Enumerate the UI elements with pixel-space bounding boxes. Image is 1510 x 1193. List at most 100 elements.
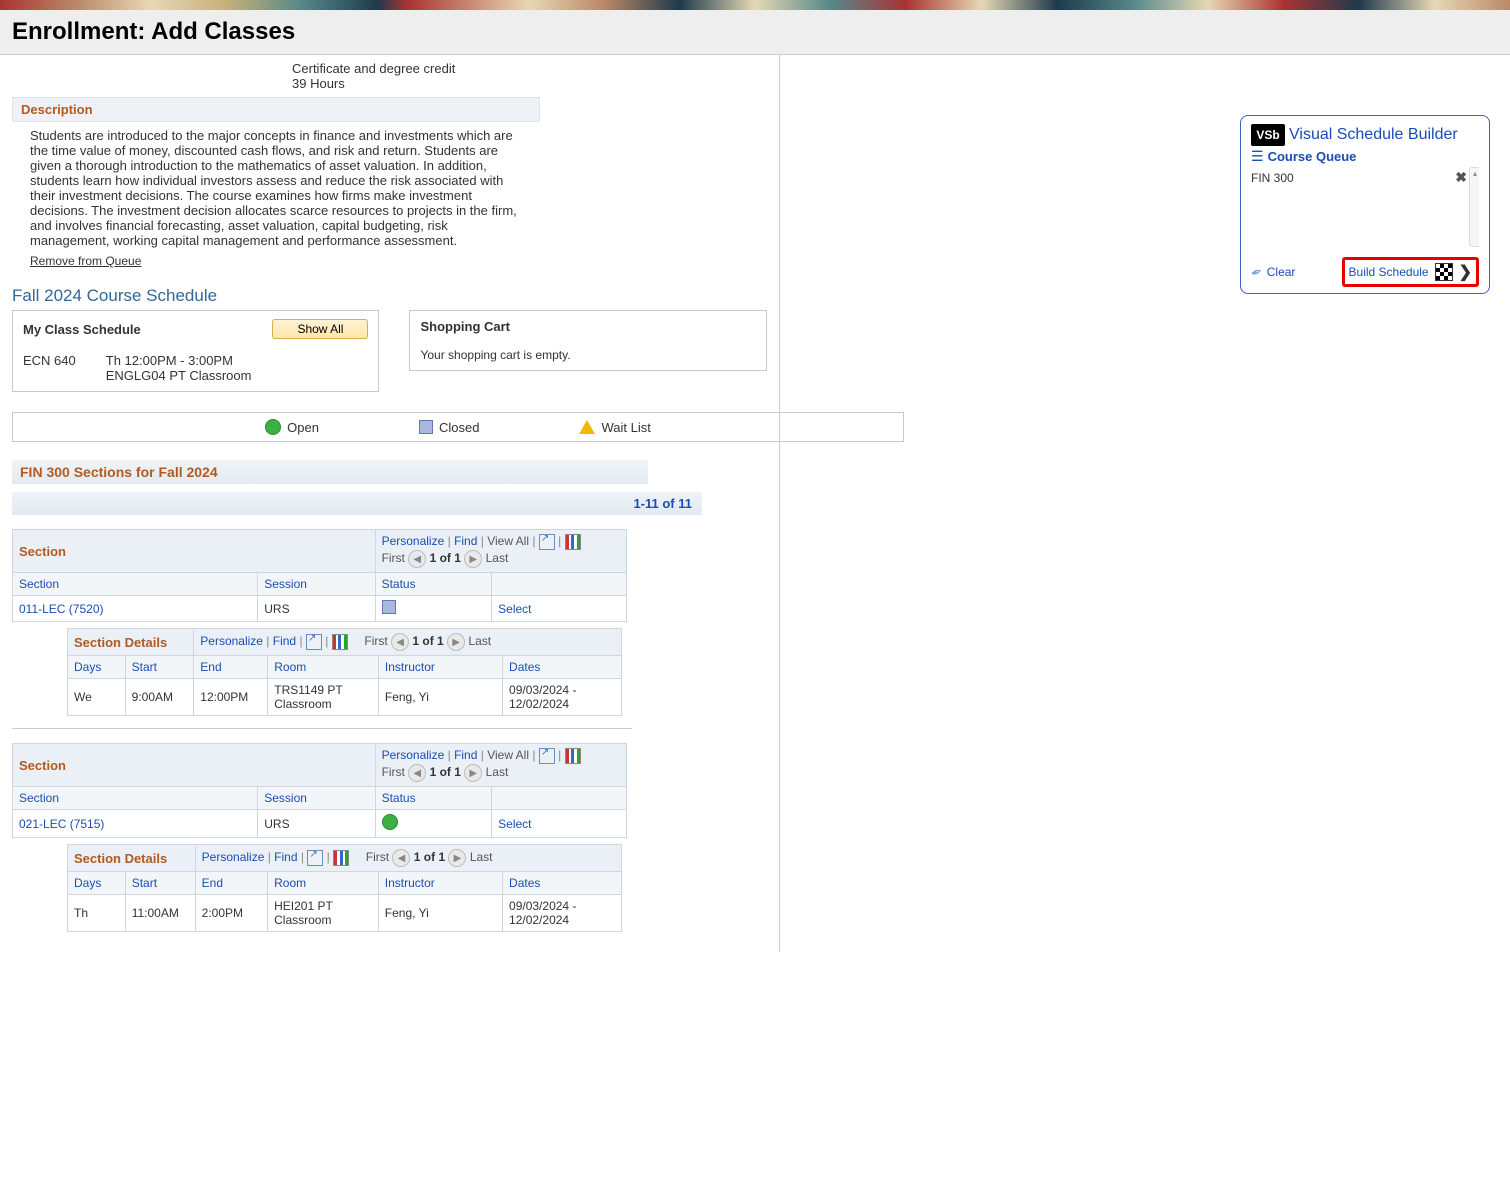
section-row: 021-LEC (7515) URS Select	[13, 810, 627, 838]
grid-title: Section	[19, 758, 66, 773]
first-link[interactable]: First	[364, 634, 387, 648]
view-all-link[interactable]: View All	[487, 748, 529, 762]
page-header: Enrollment: Add Classes	[0, 10, 1510, 55]
details-days: We	[68, 679, 126, 716]
legend-closed: Closed	[439, 420, 479, 435]
remove-from-queue-link[interactable]: Remove from Queue	[30, 254, 141, 268]
shopping-cart-empty: Your shopping cart is empty.	[420, 348, 756, 362]
popup-icon[interactable]	[307, 850, 323, 866]
details-end: 12:00PM	[194, 679, 268, 716]
show-all-button[interactable]: Show All	[272, 319, 368, 339]
select-link[interactable]: Select	[498, 602, 531, 616]
prev-page-icon[interactable]: ◀	[408, 550, 426, 568]
waitlist-icon	[579, 420, 595, 434]
details-row: We 9:00AM 12:00PM TRS1149 PT Classroom F…	[68, 679, 622, 716]
popup-icon[interactable]	[539, 534, 555, 550]
grid-title: Section Details	[74, 635, 167, 650]
find-link[interactable]: Find	[273, 634, 296, 648]
col-session[interactable]: Session	[258, 573, 375, 596]
popup-icon[interactable]	[539, 748, 555, 764]
clear-queue-button[interactable]: ✒ Clear	[1251, 264, 1295, 281]
last-link[interactable]: Last	[470, 850, 493, 864]
pager: First ◀ 1 of 1 ▶ Last	[364, 634, 491, 648]
next-page-icon[interactable]: ▶	[448, 849, 466, 867]
col-end[interactable]: End	[194, 656, 268, 679]
col-section[interactable]: Section	[13, 573, 258, 596]
col-dates[interactable]: Dates	[503, 656, 622, 679]
vsb-queue-item: FIN 300 ✖	[1251, 167, 1479, 188]
personalize-link[interactable]: Personalize	[382, 534, 445, 548]
col-status[interactable]: Status	[375, 573, 492, 596]
col-dates[interactable]: Dates	[503, 872, 622, 895]
details-end: 2:00PM	[195, 895, 267, 932]
details-dates: 09/03/2024 - 12/02/2024	[503, 679, 622, 716]
section-details-table: Section Details Personalize | Find | | F…	[67, 844, 622, 932]
col-start[interactable]: Start	[125, 872, 195, 895]
next-page-icon[interactable]: ▶	[464, 550, 482, 568]
section-link[interactable]: 011-LEC (7520)	[19, 602, 104, 616]
vsb-queue-label: Course Queue	[1268, 149, 1357, 164]
schedule-room: ENGLG04 PT Classroom	[106, 368, 252, 383]
find-link[interactable]: Find	[454, 748, 477, 762]
col-status[interactable]: Status	[375, 787, 492, 810]
find-link[interactable]: Find	[274, 850, 297, 864]
prev-page-icon[interactable]: ◀	[391, 633, 409, 651]
scroll-up-icon[interactable]: ▴	[1470, 168, 1479, 178]
details-start: 9:00AM	[125, 679, 194, 716]
last-link[interactable]: Last	[468, 634, 491, 648]
first-link[interactable]: First	[382, 765, 405, 779]
col-end[interactable]: End	[195, 872, 267, 895]
vsb-queue-list: FIN 300 ✖ ▴	[1251, 167, 1479, 247]
term-title: Fall 2024 Course Schedule	[12, 286, 767, 306]
section-link[interactable]: 021-LEC (7515)	[19, 817, 104, 831]
remove-queue-item-icon[interactable]: ✖	[1455, 169, 1467, 186]
next-page-icon[interactable]: ▶	[447, 633, 465, 651]
col-days[interactable]: Days	[68, 656, 126, 679]
col-room[interactable]: Room	[268, 656, 379, 679]
schedule-time: Th 12:00PM - 3:00PM	[106, 353, 252, 368]
description-header: Description	[12, 97, 540, 122]
grid-title: Section Details	[74, 851, 167, 866]
popup-icon[interactable]	[306, 634, 322, 650]
build-schedule-button[interactable]: Build Schedule ❯	[1342, 257, 1479, 287]
download-icon[interactable]	[565, 748, 581, 764]
download-icon[interactable]	[333, 850, 349, 866]
first-link[interactable]: First	[366, 850, 389, 864]
details-instructor: Feng, Yi	[378, 679, 502, 716]
section-row: 011-LEC (7520) URS Select	[13, 596, 627, 622]
grid-title: Section	[19, 544, 66, 559]
shopping-cart-title: Shopping Cart	[420, 319, 756, 334]
scrollbar[interactable]: ▴	[1469, 167, 1479, 247]
next-page-icon[interactable]: ▶	[464, 764, 482, 782]
col-session[interactable]: Session	[258, 787, 375, 810]
description-body: Students are introduced to the major con…	[12, 122, 530, 248]
decorative-stripe	[0, 0, 1510, 10]
col-days[interactable]: Days	[68, 872, 126, 895]
download-icon[interactable]	[565, 534, 581, 550]
personalize-link[interactable]: Personalize	[200, 634, 263, 648]
details-room: TRS1149 PT Classroom	[268, 679, 379, 716]
col-instructor[interactable]: Instructor	[378, 656, 502, 679]
details-dates: 09/03/2024 - 12/02/2024	[503, 895, 622, 932]
last-link[interactable]: Last	[486, 551, 509, 565]
section-table: Section Personalize | Find | View All | …	[12, 529, 627, 622]
personalize-link[interactable]: Personalize	[202, 850, 265, 864]
select-link[interactable]: Select	[498, 817, 531, 831]
page-indicator: 1 of 1	[430, 551, 461, 565]
view-all-link[interactable]: View All	[487, 534, 529, 548]
clear-queue-label: Clear	[1267, 265, 1296, 279]
col-instructor[interactable]: Instructor	[378, 872, 502, 895]
prev-page-icon[interactable]: ◀	[392, 849, 410, 867]
col-section[interactable]: Section	[13, 787, 258, 810]
last-link[interactable]: Last	[486, 765, 509, 779]
col-action	[492, 787, 627, 810]
personalize-link[interactable]: Personalize	[382, 748, 445, 762]
prev-page-icon[interactable]: ◀	[408, 764, 426, 782]
download-icon[interactable]	[332, 634, 348, 650]
col-room[interactable]: Room	[268, 872, 379, 895]
find-link[interactable]: Find	[454, 534, 477, 548]
col-start[interactable]: Start	[125, 656, 194, 679]
first-link[interactable]: First	[382, 551, 405, 565]
sections-title: FIN 300 Sections for Fall 2024	[12, 460, 648, 484]
section-status	[375, 810, 492, 838]
